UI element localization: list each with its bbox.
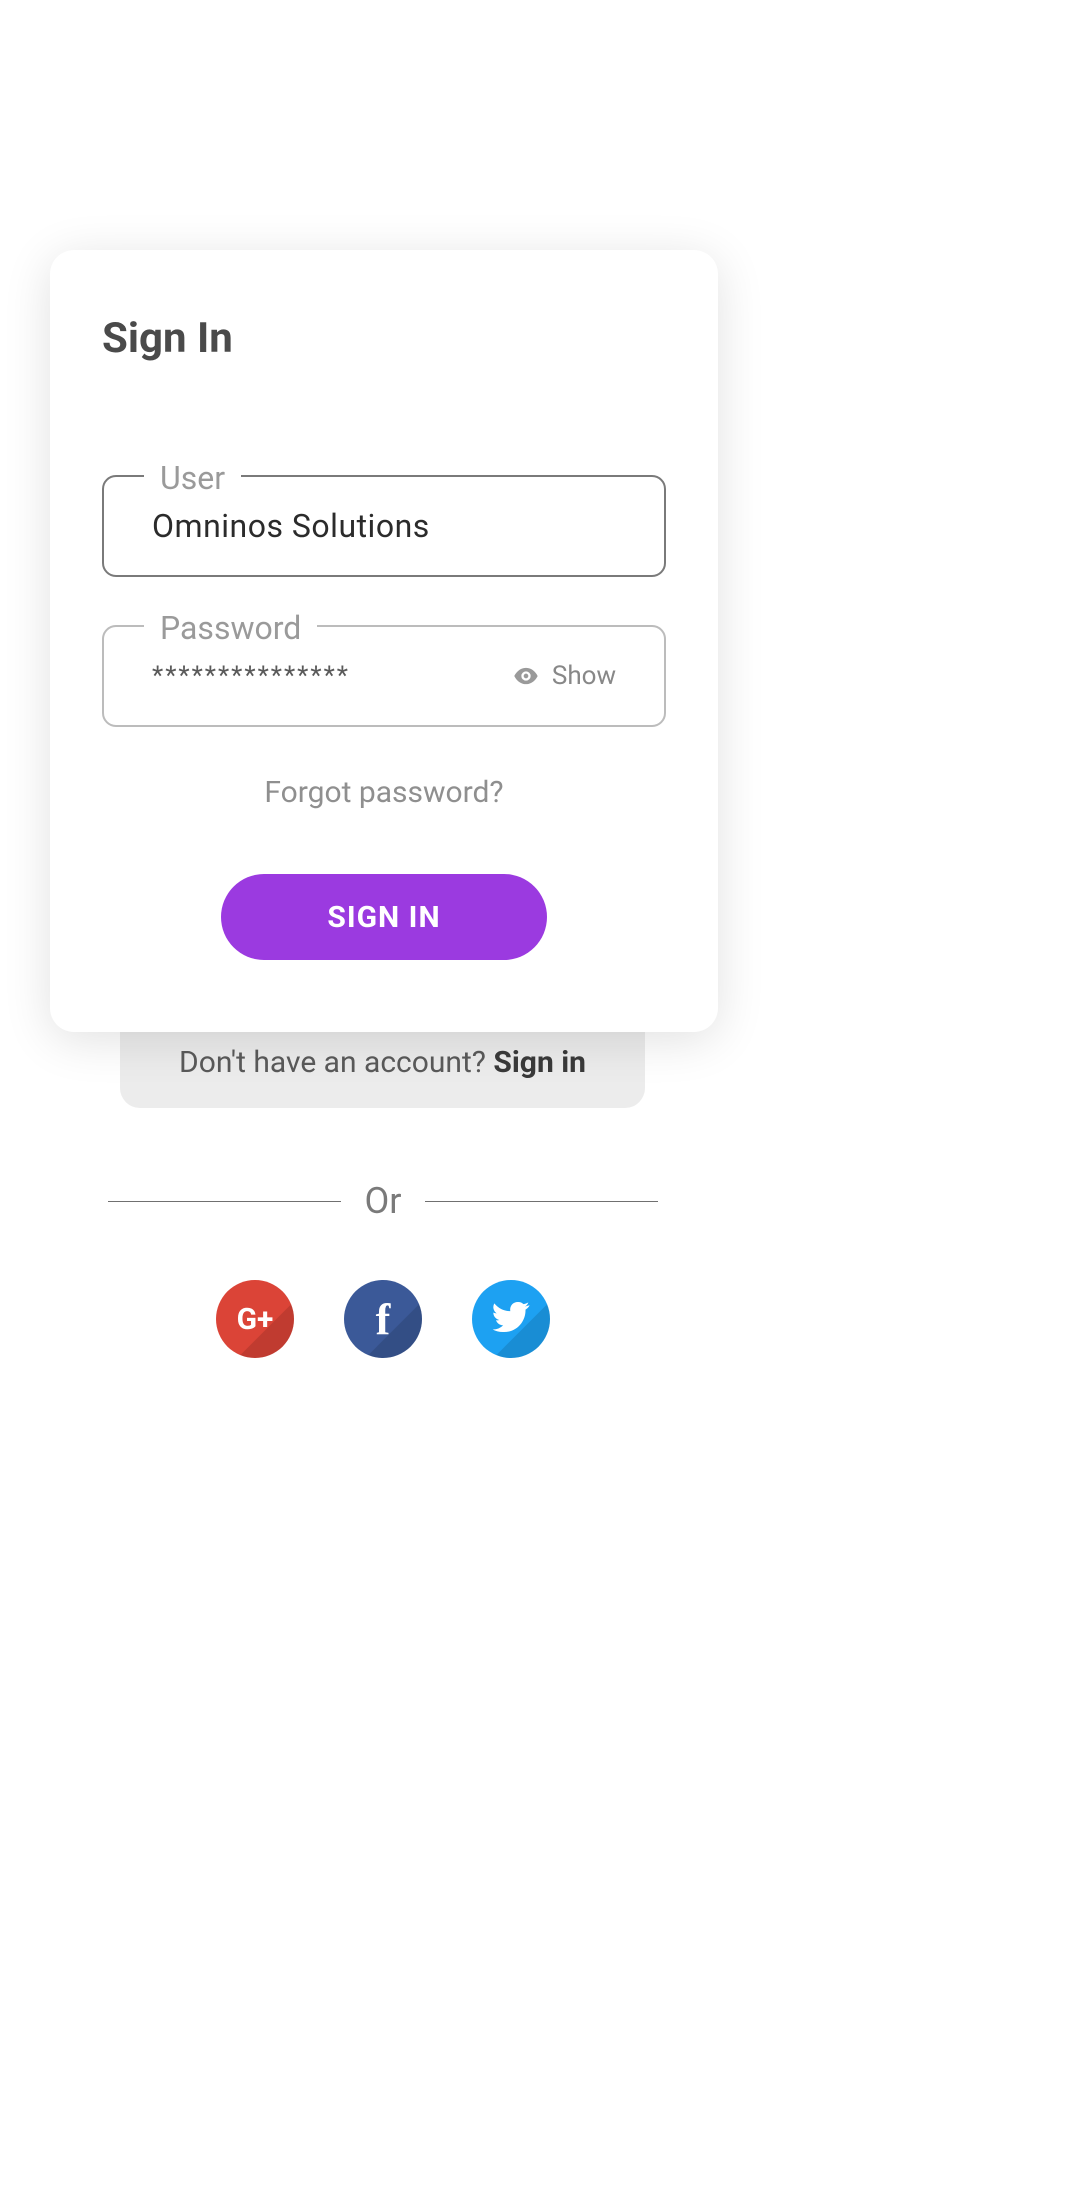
page-title: Sign In — [102, 314, 666, 363]
user-label: User — [144, 459, 241, 497]
forgot-password-link[interactable]: Forgot password? — [102, 775, 666, 810]
google-signin-button[interactable]: G+ — [216, 1280, 294, 1358]
show-label: Show — [552, 661, 616, 691]
twitter-signin-button[interactable] — [472, 1280, 550, 1358]
show-password-toggle[interactable]: Show — [512, 661, 616, 691]
signup-prompt: Don't have an account? — [179, 1045, 493, 1080]
divider-line-right — [425, 1201, 658, 1202]
signin-card: Sign In User Password *************** Sh… — [50, 250, 718, 1032]
social-row: G+ f — [108, 1280, 658, 1358]
eye-icon — [512, 662, 540, 690]
password-label: Password — [144, 609, 317, 647]
password-mask: *************** — [152, 661, 512, 691]
user-input[interactable] — [152, 507, 616, 545]
signin-button[interactable]: SIGN IN — [221, 874, 547, 960]
user-field[interactable]: User — [102, 475, 666, 577]
or-divider: Or — [108, 1180, 658, 1222]
signup-text: Don't have an account? Sign in — [179, 1045, 586, 1080]
icon-shadow-decor — [365, 1301, 422, 1358]
password-field[interactable]: Password *************** Show — [102, 625, 666, 727]
divider-line-left — [108, 1201, 341, 1202]
signup-action-link[interactable]: Sign in — [493, 1045, 586, 1080]
facebook-signin-button[interactable]: f — [344, 1280, 422, 1358]
or-label: Or — [365, 1180, 402, 1222]
